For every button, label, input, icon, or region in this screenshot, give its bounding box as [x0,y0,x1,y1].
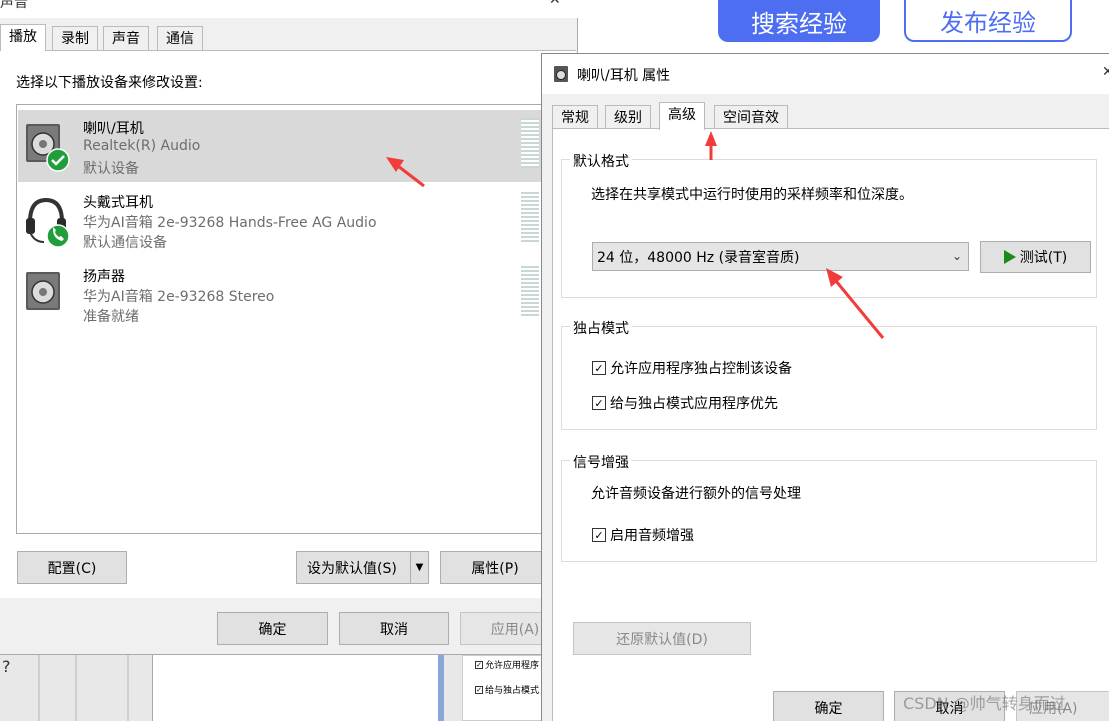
tab-sounds[interactable]: 声音 [103,26,149,50]
mini-option-label: 允许应用程序 [485,661,540,671]
mini-check-icon: ✓ [475,685,483,694]
properties-title: 喇叭/耳机 属性 [577,68,671,84]
publish-experience-button[interactable]: 发布经验 [904,0,1072,42]
device-list: 喇叭/耳机 Realtek(R) Audio 默认设备 头戴式耳机 华为AI音箱… [16,104,564,534]
tab-playback[interactable]: 播放 [0,24,46,51]
watermark-text: CSDN @帅气转身而过 [903,694,1066,713]
sample-rate-select[interactable]: 24 位，48000 Hz (录音室音质) ⌄ [592,242,969,271]
tab-communications[interactable]: 通信 [157,26,203,50]
volume-meter [521,266,539,316]
sound-dialog-titlebar: 声音 ✕ [0,0,578,18]
tab-advanced[interactable]: 高级 [659,102,705,130]
exclusive-priority-checkbox[interactable]: ✓ 给与独占模式应用程序优先 [592,393,778,413]
dropdown-arrow-icon[interactable]: ▼ [410,552,428,583]
mini-check-icon: ✓ [475,660,483,669]
mini-option-row: ✓ 允许应用程序 [475,658,549,671]
enable-enhancement-label: 启用音频增强 [610,528,694,544]
properties-tabs: 常规 级别 高级 空间音效 [542,102,1109,130]
mini-option-label: 给与独占模式 [485,686,540,696]
background-panel [152,655,440,721]
background-scroll-strip [438,655,444,721]
sound-dialog-title: 声音 [0,0,28,11]
checkbox-checked-icon: ✓ [592,396,606,410]
volume-meter [521,192,539,242]
device-driver: 华为AI音箱 2e-93268 Stereo [83,289,275,305]
close-icon[interactable]: ✕ [549,0,561,8]
configure-button[interactable]: 配置(C) [17,551,127,584]
phone-badge-icon [46,224,70,248]
play-icon [1003,250,1016,264]
cancel-button[interactable]: 取消 [339,612,449,645]
test-button-label: 测试(T) [1019,250,1068,266]
tab-spatial-sound[interactable]: 空间音效 [714,105,788,129]
background-divider [38,655,40,721]
background-divider [75,655,77,721]
device-name: 头戴式耳机 [83,195,153,211]
default-format-description: 选择在共享模式中运行时使用的采样频率和位深度。 [591,187,913,203]
allow-exclusive-label: 允许应用程序独占控制该设备 [610,361,792,377]
help-icon[interactable]: ? [2,657,11,676]
tab-levels[interactable]: 级别 [605,105,651,129]
signal-enhancement-group [561,460,1097,562]
set-default-label: 设为默认值(S) [307,560,397,577]
properties-ok-button[interactable]: 确定 [773,691,884,721]
device-driver: 华为AI音箱 2e-93268 Hands-Free AG Audio [83,215,377,231]
check-badge-icon [46,148,70,172]
device-status: 准备就绪 [83,309,139,325]
default-format-label: 默认格式 [570,151,632,171]
signal-enhancement-description: 允许音频设备进行额外的信号处理 [591,486,801,502]
properties-dialog: 喇叭/耳机 属性 ✕ 常规 级别 高级 空间音效 默认格式 选择在共享模式中运行… [541,53,1109,721]
set-default-button[interactable]: 设为默认值(S) ▼ [296,551,429,584]
properties-titlebar: 喇叭/耳机 属性 ✕ [542,54,1109,94]
default-format-group [561,159,1097,298]
test-button[interactable]: 测试(T) [980,241,1091,273]
headset-icon [26,197,70,248]
device-status: 默认设备 [83,161,139,177]
allow-exclusive-checkbox[interactable]: ✓ 允许应用程序独占控制该设备 [592,358,792,378]
enable-enhancement-checkbox[interactable]: ✓ 启用音频增强 [592,525,694,545]
device-item-headset[interactable]: 头戴式耳机 华为AI音箱 2e-93268 Hands-Free AG Audi… [18,184,563,256]
ok-button[interactable]: 确定 [217,612,328,645]
background-mini-dialog: ✓ 允许应用程序 ✓ 给与独占模式 [462,655,552,721]
chevron-down-icon: ⌄ [951,249,962,263]
restore-defaults-button[interactable]: 还原默认值(D) [573,622,751,655]
background-divider [127,655,129,721]
sample-rate-value: 24 位，48000 Hz (录音室音质) [597,249,800,266]
checkbox-checked-icon: ✓ [592,528,606,542]
exclusive-mode-group [561,326,1097,430]
signal-enhancement-label: 信号增强 [570,452,632,472]
properties-button[interactable]: 属性(P) [440,551,550,584]
exclusive-mode-label: 独占模式 [570,318,632,338]
exclusive-priority-label: 给与独占模式应用程序优先 [610,396,778,412]
device-item-stereo-speaker[interactable]: 扬声器 华为AI音箱 2e-93268 Stereo 准备就绪 [18,258,563,330]
tab-recording[interactable]: 录制 [52,26,98,50]
close-icon[interactable]: ✕ [1102,64,1109,80]
mini-option-row: ✓ 给与独占模式 [475,683,549,696]
device-name: 喇叭/耳机 [83,121,144,137]
sound-dialog: 声音 ✕ 播放 录制 声音 通信 选择以下播放设备来修改设置: 喇叭/耳机 Re… [0,0,578,655]
web-page-header: 搜索经验 发布经验 [578,0,1109,55]
checkbox-checked-icon: ✓ [592,361,606,375]
device-item-speaker-headphones[interactable]: 喇叭/耳机 Realtek(R) Audio 默认设备 [18,110,563,182]
tab-general[interactable]: 常规 [552,105,598,129]
speaker-icon [26,124,70,172]
speaker-icon [554,66,568,82]
device-name: 扬声器 [83,269,125,285]
instruction-text: 选择以下播放设备来修改设置: [16,75,203,91]
speaker-icon [26,272,60,310]
volume-meter [521,118,539,168]
device-driver: Realtek(R) Audio [83,138,201,154]
search-experience-button[interactable]: 搜索经验 [718,0,880,42]
device-status: 默认通信设备 [83,235,167,251]
background-page-fragment: ? ✓ 允许应用程序 ✓ 给与独占模式 [0,655,560,721]
